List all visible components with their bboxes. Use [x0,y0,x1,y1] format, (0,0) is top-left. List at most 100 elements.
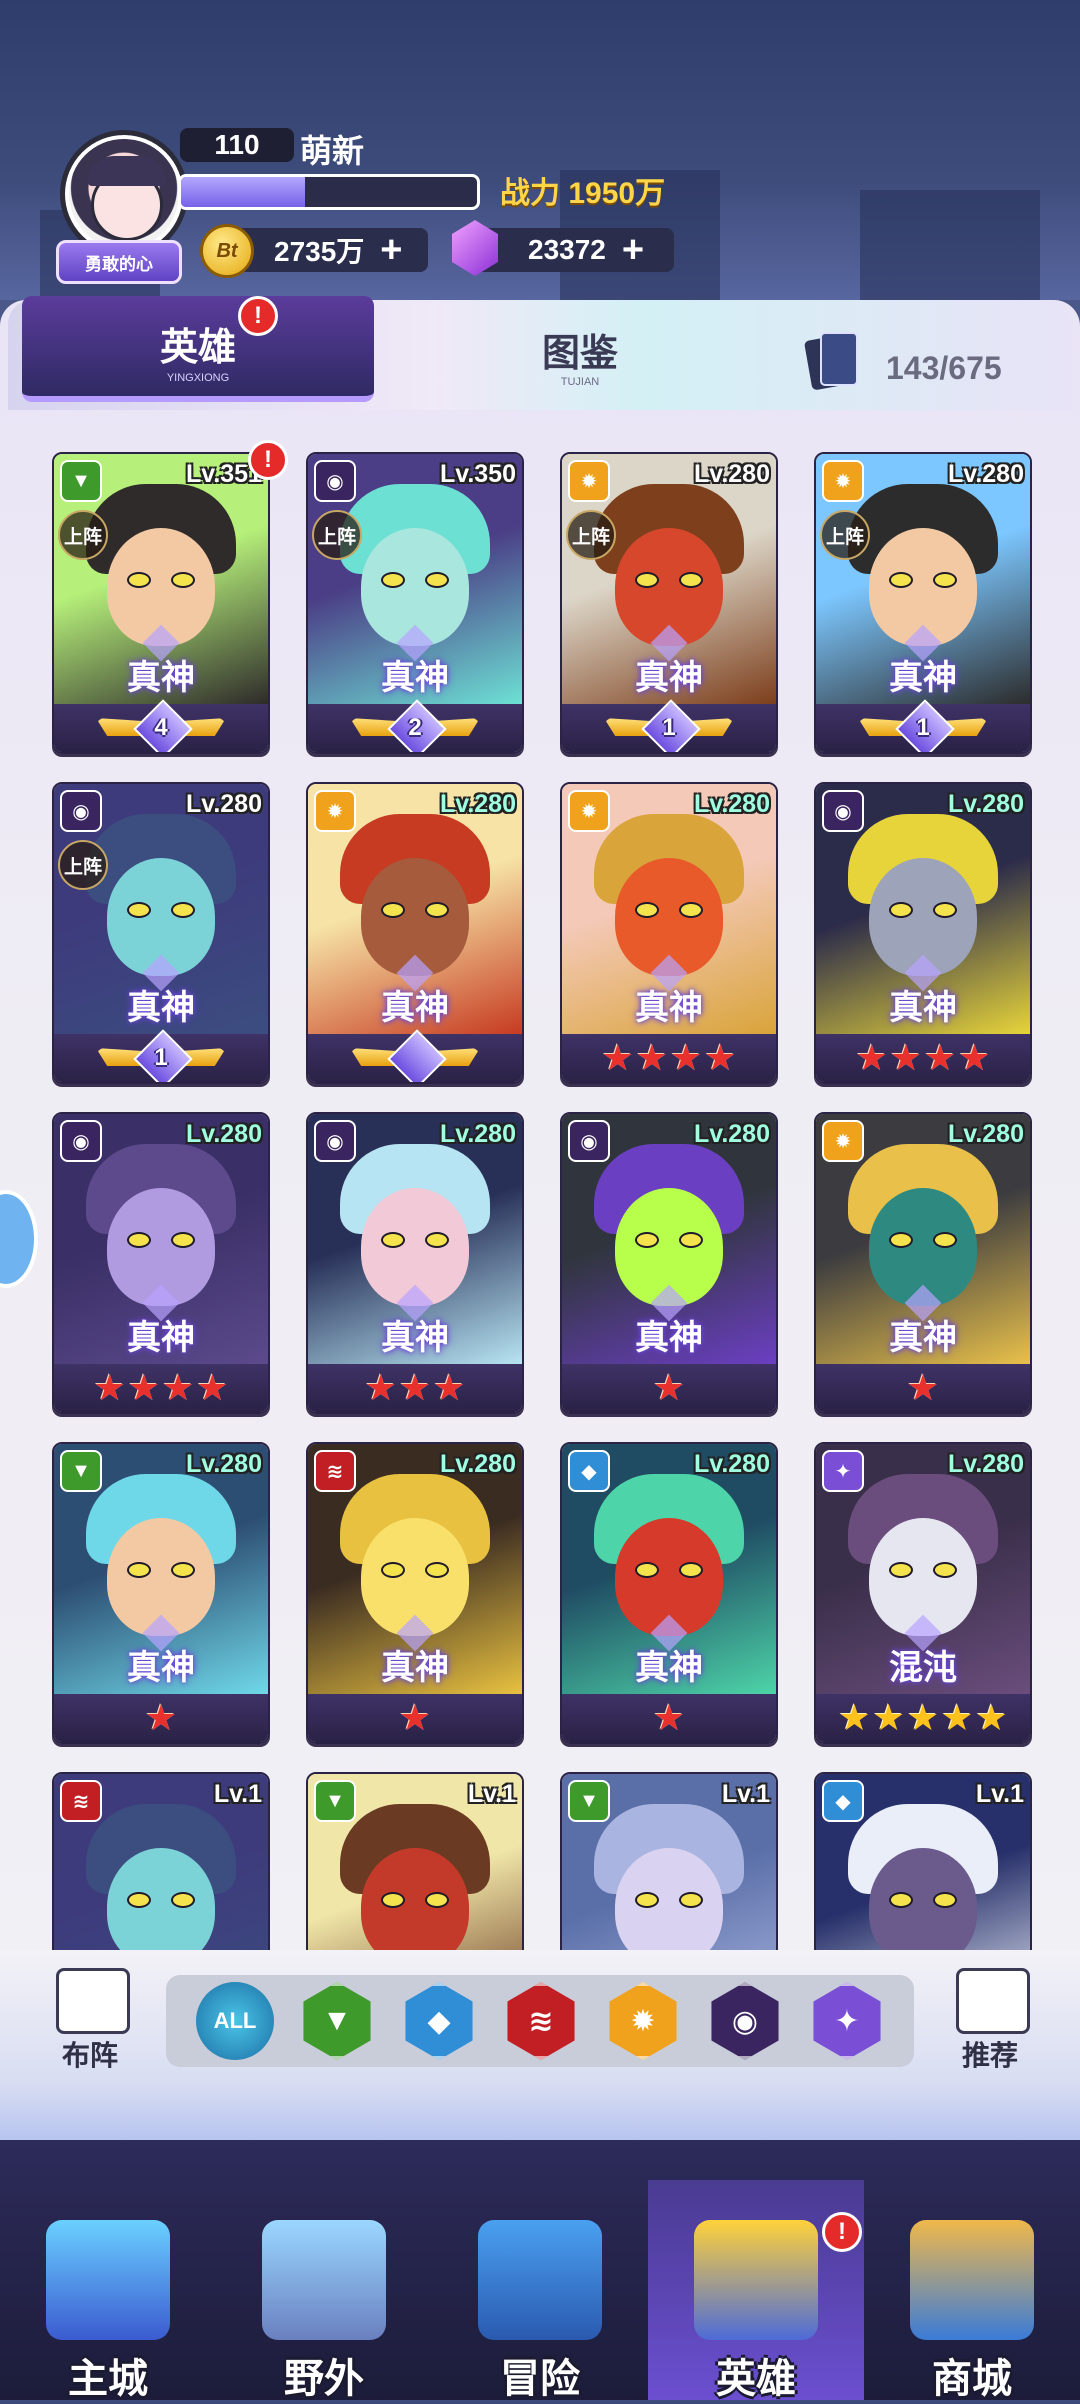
awaken-wing-icon: 1 [604,699,734,752]
hero-rank-label: 真神 [878,980,968,1029]
hero-rank-label: 真神 [624,1640,714,1689]
nav-main-city[interactable]: 主城 [0,2210,216,2401]
hero-level: Lv.1 [975,1780,1024,1808]
hero-star-bar: 2 [308,699,522,752]
cards-icon [803,332,858,391]
hero-card[interactable]: ◆ Lv.280 真神 ★ [560,1442,778,1744]
hero-grid[interactable]: ▼ Lv.351 上阵 真神 4! ◉ Lv.350 上阵 真神 2 ✹ Lv.280 上阵 真神 1 ✹ Lv… [0,410,1080,1950]
tab-collection-sub: TUJIAN [560,376,600,388]
hero-star-bar: ★ ★ ★ [308,1364,522,1412]
hero-rank-label: 真神 [370,650,460,699]
hero-level: Lv.280 [694,790,770,818]
filter-chaos-button[interactable]: ✦ [808,1982,886,2060]
hero-card[interactable]: ▼ Lv.1 [306,1772,524,1950]
nav-shop[interactable]: 商城 [864,2210,1080,2401]
hero-card[interactable]: ◉ Lv.280 真神 ★ ★ ★ ★ [52,1112,270,1414]
hero-card[interactable]: ✦ Lv.280 混沌 ★ ★ ★ ★ ★ [814,1442,1032,1744]
hero-rank-label: 真神 [370,980,460,1029]
hero-card[interactable]: ◉ Lv.350 上阵 真神 2 [306,452,524,754]
filter-nature-button[interactable]: ▼ [298,1982,376,2060]
hero-icon [694,2220,818,2340]
star-icon: ★ [162,1367,195,1408]
add-coins-button[interactable]: + [380,229,402,272]
light-faction-icon: ✹ [314,790,356,832]
star-icon: ★ [196,1367,229,1408]
hero-level: Lv.280 [948,1120,1024,1148]
deployed-badge: 上阵 [566,510,616,560]
recommend-button[interactable]: 推荐 [946,1968,1034,2072]
star-icon: ★ [704,1037,737,1078]
filter-all-button[interactable]: ALL [196,1982,274,2060]
hero-card[interactable]: ◉ Lv.280 真神 ★ ★ ★ [306,1112,524,1414]
hero-card[interactable]: ≋ Lv.280 真神 ★ [306,1442,524,1744]
beast-faction-icon: ≋ [528,2004,554,2038]
awaken-wing-icon: 4 [96,699,226,752]
formation-button[interactable]: 布阵 [46,1968,134,2072]
hero-level: Lv.280 [186,1120,262,1148]
hero-level: Lv.280 [186,790,262,818]
tab-hero-label: 英雄 [159,327,236,369]
player-name: 萌新 [300,133,365,169]
hero-card[interactable]: ✹ Lv.280 上阵 真神 1 [814,452,1032,754]
nav-hero[interactable]: 英雄 [648,2180,864,2401]
deployed-badge: 上阵 [58,510,108,560]
hero-level: Lv.280 [440,1450,516,1478]
gem-amount: 23372 [528,234,606,265]
awaken-level: 1 [154,1044,168,1071]
hero-rank-label: 真神 [878,650,968,699]
hero-card[interactable]: ▼ Lv.1 [560,1772,778,1950]
add-gems-button[interactable]: + [622,229,644,272]
hero-card[interactable]: ◆ Lv.1 [814,1772,1032,1950]
avatar-face [88,156,166,241]
flag-icon [56,1968,130,2034]
awaken-level: 1 [662,714,676,741]
thumbs-up-icon [956,1968,1030,2034]
hero-rank-label: 真神 [624,980,714,1029]
star-icon: ★ [872,1697,905,1738]
hero-rank-label: 真神 [624,650,714,699]
hero-card[interactable]: ≋ Lv.1 [52,1772,270,1950]
filter-light-button[interactable]: ✹ [604,1982,682,2060]
hero-star-bar: 1 [816,699,1030,752]
hero-card[interactable]: ✹ Lv.280 真神 ★ ★ ★ ★ [560,782,778,1084]
star-icon: ★ [975,1697,1008,1738]
chaos-faction-icon: ✦ [834,2004,860,2038]
star-icon: ★ [958,1037,991,1078]
hero-card[interactable]: ◉ Lv.280 真神 ★ ★ ★ ★ [814,782,1032,1084]
player-avatar[interactable] [60,130,188,258]
filter-dark-button[interactable]: ◉ [706,1982,784,2060]
tab-collection[interactable]: 图鉴 TUJIAN [430,300,730,396]
hero-star-bar: ★ ★ ★ ★ [54,1364,268,1412]
hero-card[interactable]: ◉ Lv.280 真神 ★ [560,1112,778,1414]
filter-water-button[interactable]: ◆ [400,1982,478,2060]
shop-icon [910,2220,1034,2340]
wild-icon [262,2220,386,2340]
light-faction-icon: ✹ [822,460,864,502]
hero-card[interactable]: ✹ Lv.280 真神 [306,782,524,1084]
hero-card[interactable]: ✹ Lv.280 真神 ★ [814,1112,1032,1414]
hero-card[interactable]: ▼ Lv.280 真神 ★ [52,1442,270,1744]
nav-label: 冒险 [500,2357,580,2401]
hero-level: Lv.280 [694,460,770,488]
filter-beast-button[interactable]: ≋ [502,1982,580,2060]
hero-level: Lv.280 [440,1120,516,1148]
star-icon: ★ [601,1037,634,1078]
star-icon: ★ [433,1367,466,1408]
hero-star-bar: ★ [308,1694,522,1742]
hero-level: Lv.1 [721,1780,770,1808]
hero-card[interactable]: ✹ Lv.280 上阵 真神 1 [560,452,778,754]
hero-level: Lv.280 [186,1450,262,1478]
awaken-wing-icon [350,1029,480,1082]
tab-hero[interactable]: 英雄 YINGXIONG ! [22,296,374,402]
nav-label: 英雄 [716,2357,796,2401]
hero-rank-label: 真神 [370,1310,460,1359]
xp-fill [181,177,306,207]
nav-adventure[interactable]: 冒险 [432,2210,648,2401]
nav-wild[interactable]: 野外 [216,2210,432,2401]
awaken-wing-icon: 1 [858,699,988,752]
hero-card[interactable]: ◉ Lv.280 上阵 真神 1 [52,782,270,1084]
nature-faction-icon: ▼ [568,1780,610,1822]
star-icon: ★ [127,1367,160,1408]
hero-card[interactable]: ▼ Lv.351 上阵 真神 4 [52,452,270,754]
combat-power: 战力 1950万 [500,177,666,210]
